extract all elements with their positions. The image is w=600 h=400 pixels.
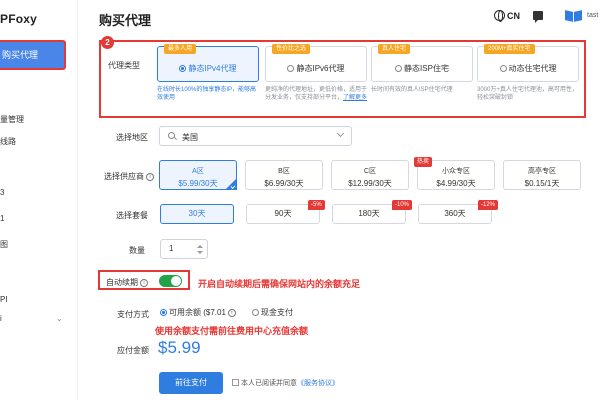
- arrow-down-icon[interactable]: [197, 251, 203, 254]
- supplier-card-b[interactable]: B区 $6.99/30天: [245, 160, 323, 190]
- total-label: 应付金额: [117, 346, 149, 355]
- sidebar-item-api[interactable]: PI: [0, 295, 8, 304]
- sidebar-item[interactable]: i: [0, 314, 2, 323]
- cash-text: 现金支付: [261, 308, 293, 317]
- proxy-card-label: 静态IPv6代理: [296, 64, 345, 73]
- language-label: CN: [507, 10, 520, 21]
- info-icon[interactable]: i: [140, 278, 148, 287]
- radio-icon: [395, 65, 403, 72]
- sidebar-item-buy-proxy[interactable]: 购买代理: [0, 40, 66, 70]
- sidebar-item[interactable]: 1: [0, 214, 4, 223]
- proxy-tag: 性价比之选: [272, 44, 311, 54]
- total-amount: $5.99: [158, 338, 201, 357]
- hot-badge: 热卖: [414, 157, 433, 167]
- book-icon[interactable]: [565, 11, 582, 21]
- proxy-card-label: 动态住宅代理: [508, 64, 557, 73]
- discount-badge: -5%: [308, 200, 325, 210]
- supplier-name: 小众专区: [442, 168, 470, 175]
- discount-badge: -12%: [478, 200, 499, 210]
- proxy-card-label: 静态IPv4代理: [188, 64, 237, 73]
- info-icon[interactable]: i: [227, 308, 236, 317]
- sidebar-item-manage[interactable]: 量管理: [0, 114, 24, 125]
- radio-icon: [179, 65, 187, 72]
- language-switcher[interactable]: CN: [494, 10, 520, 22]
- region-select[interactable]: 美国: [159, 126, 352, 146]
- proxy-card-dynamic-residential[interactable]: 200M+真实住宅 动态住宅代理: [477, 44, 579, 82]
- payment-option-cash[interactable]: 现金支付: [252, 307, 293, 318]
- proxy-tag: 真人住宅: [378, 44, 411, 54]
- auto-renew-annotation: 开启自动续期后需确保网站内的余额充足: [198, 279, 361, 289]
- region-label: 选择地区: [116, 133, 148, 142]
- agreement: 本人已阅读并同意《服务协议》: [232, 378, 339, 388]
- proxy-desc: 3000万+真人住宅代理池，高可用性，轻松突破封锁: [477, 87, 578, 101]
- proxy-type-label: 代理类型: [108, 61, 140, 70]
- payment-annotation: 使用余额支付需前往费用中心充值余额: [155, 326, 309, 336]
- agree-text: 本人已阅读并同意: [241, 380, 297, 387]
- quantity-label: 数量: [129, 246, 145, 255]
- proxy-desc: 更纯净的代理地址，更低价格，适用于分发业务，仅支持部分平台，了解更多: [265, 86, 369, 102]
- region-value: 美国: [182, 133, 198, 142]
- sidebar-item-lines[interactable]: 线路: [0, 136, 16, 147]
- supplier-name: B区: [278, 168, 290, 175]
- brand-logo: PFoxy: [0, 12, 38, 26]
- radio-icon: [160, 309, 167, 316]
- proxy-card-static-ipv6[interactable]: 性价比之选 静态IPv6代理: [265, 44, 367, 82]
- learn-more-link[interactable]: 了解更多: [343, 95, 367, 101]
- supplier-name: 高亭专区: [528, 168, 556, 175]
- supplier-price: $12.99/30天: [348, 179, 392, 188]
- supplier-price: $6.99/30天: [264, 179, 304, 188]
- supplier-card-a[interactable]: A区 $5.99/30天: [159, 160, 237, 190]
- quantity-stepper[interactable]: 1: [160, 239, 208, 259]
- service-agreement-link[interactable]: 《服务协议》: [297, 380, 339, 387]
- package-card-30[interactable]: 30天: [160, 204, 234, 224]
- sidebar-item[interactable]: 图: [0, 239, 8, 250]
- proxy-desc: 在线时长100%的独享静态IP，能够高效使用: [157, 87, 257, 101]
- package-label: 选择套餐: [116, 211, 148, 220]
- supplier-price: $0.15/1天: [524, 179, 560, 188]
- supplier-price: $4.99/30天: [436, 179, 476, 188]
- message-icon[interactable]: [533, 11, 543, 23]
- proxy-tag: 最多人用: [164, 44, 197, 54]
- pay-button[interactable]: 前往支付: [159, 372, 223, 394]
- globe-icon: [494, 10, 505, 22]
- supplier-label-text: 选择供应商: [104, 172, 144, 181]
- supplier-label: 选择供应商 i: [104, 171, 154, 182]
- supplier-card-premium[interactable]: 高亭专区 $0.15/1天: [503, 160, 581, 190]
- radio-icon: [252, 309, 259, 316]
- proxy-tag: 200M+真实住宅: [484, 44, 535, 54]
- user-name[interactable]: tast: [587, 12, 598, 19]
- chevron-down-icon: [336, 129, 345, 138]
- page-title: 购买代理: [99, 13, 152, 28]
- proxy-desc: 长时间有效的真人ISP住宅代理: [371, 87, 453, 93]
- sidebar-item[interactable]: 3: [0, 188, 4, 197]
- step-badge: 2: [101, 36, 114, 49]
- balance-text: 可用余额 ($7.01: [169, 308, 226, 317]
- quantity-value: 1: [169, 244, 174, 253]
- proxy-card-static-isp[interactable]: 真人住宅 静态ISP住宅: [371, 44, 473, 82]
- auto-renew-label-text: 自动续期: [106, 278, 138, 287]
- proxy-card-label: 静态ISP住宅: [404, 64, 449, 73]
- supplier-name: C区: [363, 168, 377, 175]
- search-icon: [168, 132, 175, 139]
- payment-label: 支付方式: [117, 310, 149, 319]
- arrow-up-icon[interactable]: [197, 245, 203, 248]
- chevron-down-icon[interactable]: ⌄: [56, 314, 63, 323]
- auto-renew-toggle[interactable]: [159, 275, 182, 287]
- agree-checkbox[interactable]: [232, 379, 239, 386]
- discount-badge: -10%: [392, 200, 413, 210]
- sidebar: PFoxy 购买代理 量管理 线路 3 1 图 PI i ⌄: [0, 0, 78, 400]
- supplier-name: A区: [192, 168, 204, 175]
- supplier-card-c[interactable]: C区 $12.99/30天: [331, 160, 409, 190]
- payment-option-balance[interactable]: 可用余额 ($7.01 i: [160, 307, 236, 318]
- auto-renew-label: 自动续期 i: [106, 277, 148, 288]
- radio-icon: [499, 65, 507, 72]
- proxy-card-static-ipv4[interactable]: 最多人用 静态IPv4代理: [157, 44, 259, 82]
- info-icon[interactable]: i: [146, 172, 154, 181]
- radio-icon: [287, 65, 295, 72]
